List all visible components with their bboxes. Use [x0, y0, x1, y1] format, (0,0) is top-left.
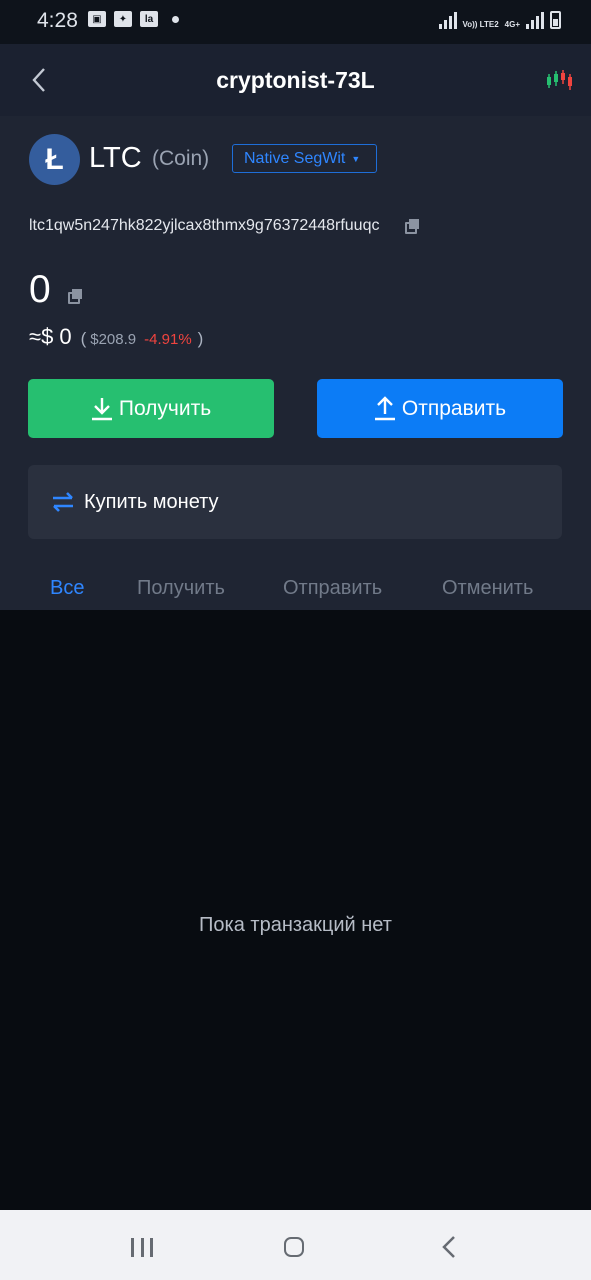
open-paren: ( — [80, 329, 87, 348]
coin-ticker: LTC — [89, 142, 142, 174]
image-icon: ▣ — [88, 11, 106, 27]
transaction-filter-tabs: Все Получить Отправить Отменить — [0, 571, 591, 610]
send-button[interactable]: Отправить — [317, 379, 563, 438]
receive-label: Получить — [118, 396, 212, 420]
price-change: -4.91% — [144, 331, 192, 348]
more-notifications-dot — [172, 15, 179, 23]
copy-balance-icon[interactable] — [68, 289, 82, 304]
fiat-prefix: ≈$ — [29, 324, 54, 349]
network-indicator-2: 4G+ — [505, 20, 520, 29]
recent-apps-icon[interactable] — [131, 1238, 153, 1257]
swap-arrows-icon — [53, 492, 73, 512]
coin-balance: 0 — [29, 268, 51, 311]
close-paren: ) — [197, 329, 204, 348]
network-label-2: 4G+ — [504, 20, 520, 29]
buy-coin-label: Купить монету — [84, 491, 219, 513]
network-indicator-1: Vo)) LTE2 — [463, 20, 499, 29]
network-label-1: Vo)) LTE2 — [462, 20, 499, 29]
litecoin-logo-icon: Ł — [29, 134, 80, 185]
address-type-label: Native SegWit — [244, 149, 346, 167]
coin-type: (Coin) — [152, 147, 210, 170]
buy-coin-button[interactable]: Купить монету — [28, 465, 562, 539]
fiat-value: 0 — [59, 324, 72, 349]
app-header: cryptonist-73L — [0, 44, 591, 116]
wallet-address: ltc1qw5n247hk822yjlcax8thmx9g76372448rfu… — [29, 217, 380, 234]
system-back-icon[interactable] — [440, 1235, 460, 1259]
candlestick-chart-icon[interactable] — [545, 68, 577, 92]
tab-cancel[interactable]: Отменить — [442, 577, 533, 600]
copy-address-icon[interactable] — [405, 219, 419, 234]
address-type-dropdown[interactable]: Native SegWit ▼ — [232, 144, 377, 173]
la-app-icon: la — [140, 11, 158, 27]
notification-icons: ▣ ✦ la — [88, 11, 179, 27]
caret-down-icon: ▼ — [351, 153, 361, 164]
empty-transactions-message: Пока транзакций нет — [199, 914, 392, 936]
upload-icon — [374, 395, 395, 420]
send-label: Отправить — [401, 396, 507, 420]
status-time: 4:28 — [37, 9, 78, 32]
status-bar: 4:28 ▣ ✦ la Vo)) LTE2 4G+ — [0, 0, 591, 44]
system-navigation-bar — [0, 1210, 591, 1280]
battery-icon — [550, 11, 561, 29]
receive-button[interactable]: Получить — [28, 379, 274, 438]
tab-receive[interactable]: Получить — [137, 577, 225, 600]
signal-icon-2 — [526, 11, 544, 29]
system-indicators: Vo)) LTE2 4G+ — [438, 11, 561, 29]
bird-app-icon: ✦ — [114, 11, 132, 27]
download-icon — [91, 397, 112, 420]
tab-all[interactable]: Все — [50, 577, 84, 600]
fiat-balance-row: ≈$ 0 ( $208.9 -4.91% ) — [29, 324, 203, 350]
home-icon[interactable] — [284, 1237, 304, 1257]
tab-send[interactable]: Отправить — [283, 577, 382, 600]
wallet-panel: Ł LTC (Coin) Native SegWit ▼ ltc1qw5n247… — [0, 116, 591, 610]
page-title: cryptonist-73L — [216, 67, 375, 93]
signal-icon-1 — [438, 11, 457, 29]
coin-price: $208.9 — [90, 331, 137, 348]
